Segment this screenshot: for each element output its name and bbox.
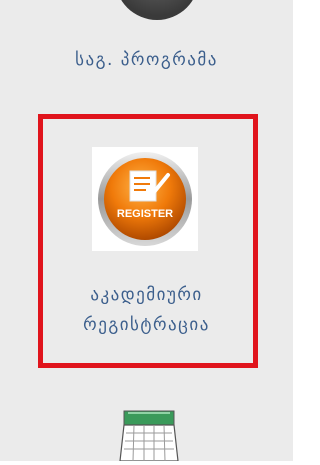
label-line-2: რეგისტრაცია	[83, 315, 210, 335]
register-icon: REGISTER	[98, 152, 192, 246]
register-icon-text: REGISTER	[117, 208, 173, 220]
menu-item-label-sag-program[interactable]: საგ. პროგრამა	[0, 50, 293, 70]
page-edge	[293, 0, 301, 461]
register-button[interactable]: REGISTER	[92, 147, 198, 251]
calendar-icon[interactable]	[118, 405, 180, 462]
menu-item-label-academic-registration[interactable]: აკადემიური რეგისტრაცია	[0, 280, 293, 340]
label-line-1: აკადემიური	[90, 285, 203, 305]
